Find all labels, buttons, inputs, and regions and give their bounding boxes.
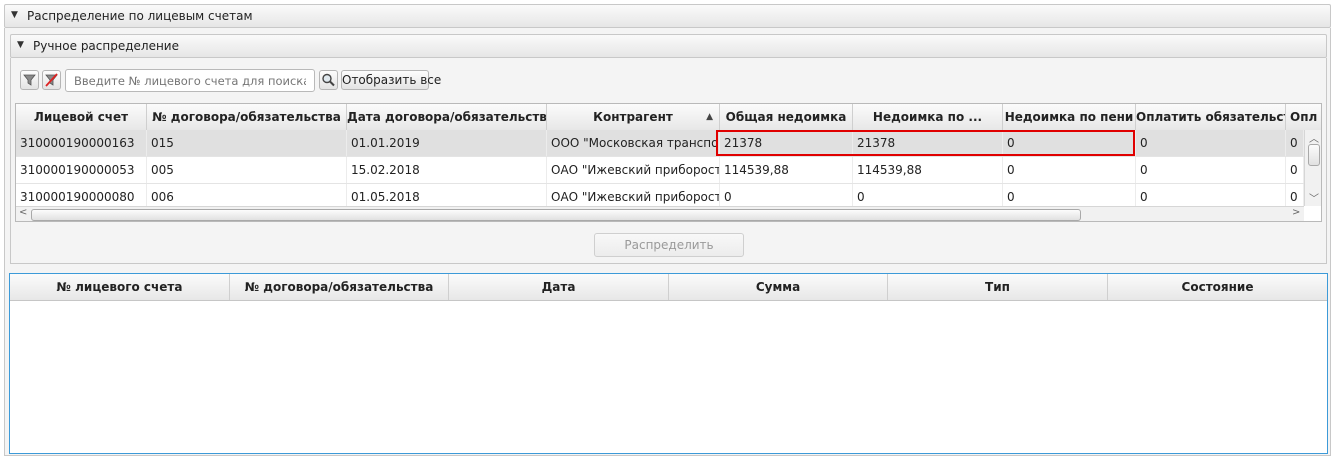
cell-contract-date: 15.02.2018 [347, 157, 547, 183]
cell-arrears-by: 114539,88 [853, 157, 1003, 183]
column-header-account-number[interactable]: № лицевого счета [10, 274, 230, 300]
accounts-table-header: Лицевой счет № договора/обязательства Да… [16, 104, 1321, 131]
column-header-total-arrears[interactable]: Общая недоимка [720, 104, 853, 130]
show-all-button[interactable]: Отобразить все [341, 70, 441, 90]
distribute-button[interactable]: Распределить [594, 233, 744, 257]
scroll-down-icon[interactable]: ﹀ [1309, 190, 1319, 205]
cell-pay-truncated: 0 [1286, 130, 1304, 156]
search-button[interactable] [319, 70, 338, 90]
column-header-contract-number[interactable]: № договора/обязательства [147, 104, 347, 130]
scroll-right-icon[interactable]: > [1292, 207, 1300, 218]
scroll-left-icon[interactable]: < [19, 207, 27, 218]
result-table-header: № лицевого счета № договора/обязательств… [10, 274, 1327, 301]
horizontal-scroll-thumb[interactable] [31, 209, 1081, 221]
filter-button[interactable] [20, 70, 39, 90]
inner-panel-header[interactable]: ▼ Ручное распределение [10, 34, 1327, 58]
cell-counterparty: ООО "Московская транспор... [547, 130, 720, 156]
column-header-account[interactable]: Лицевой счет [16, 104, 147, 130]
funnel-icon [23, 74, 36, 86]
outer-panel-header[interactable]: ▼ Распределение по лицевым счетам [4, 4, 1331, 28]
clear-filter-button[interactable] [42, 70, 61, 90]
cell-pay-obligations: 0 [1136, 157, 1286, 183]
cell-pay-obligations: 0 [1136, 130, 1286, 156]
vertical-scrollbar[interactable]: ︿ ﹀ [1304, 130, 1321, 206]
collapse-arrow-icon[interactable]: ▼ [17, 40, 24, 50]
outer-panel-title: Распределение по лицевым счетам [27, 9, 253, 23]
column-header-penalty-arrears[interactable]: Недоимка по пени [1003, 104, 1136, 130]
column-header-type[interactable]: Тип [888, 274, 1108, 300]
sort-ascending-icon: ▲ [706, 112, 713, 122]
inner-panel-title: Ручное распределение [33, 39, 179, 53]
column-header-amount[interactable]: Сумма [669, 274, 888, 300]
horizontal-scrollbar[interactable]: < > [16, 206, 1304, 221]
cell-counterparty: ОАО "Ижевский приборост... [547, 157, 720, 183]
column-header-date[interactable]: Дата [449, 274, 669, 300]
vertical-scroll-thumb[interactable] [1308, 144, 1320, 166]
cell-contract-date: 01.01.2019 [347, 130, 547, 156]
column-header-contract-date[interactable]: Дата договора/обязательства [347, 104, 547, 130]
column-header-contract-number[interactable]: № договора/обязательства [230, 274, 449, 300]
column-header-state[interactable]: Состояние [1108, 274, 1327, 300]
search-input[interactable] [65, 69, 315, 92]
column-header-pay-truncated[interactable]: Опл [1286, 104, 1321, 130]
magnifier-icon [322, 73, 335, 87]
column-header-arrears-by[interactable]: Недоимка по ... [853, 104, 1003, 130]
table-row[interactable]: 310000190000053 005 15.02.2018 ОАО "Ижев… [16, 157, 1304, 184]
result-table: № лицевого счета № договора/обязательств… [9, 273, 1328, 454]
collapse-arrow-icon[interactable]: ▼ [11, 10, 18, 20]
cell-contract-number: 015 [147, 130, 347, 156]
cell-contract-number: 005 [147, 157, 347, 183]
funnel-clear-icon [45, 73, 58, 87]
cell-penalty-arrears: 0 [1003, 157, 1136, 183]
column-header-counterparty-label: Контрагент [593, 110, 673, 124]
cell-total-arrears: 114539,88 [720, 157, 853, 183]
highlight-box [716, 130, 1135, 156]
accounts-table: Лицевой счет № договора/обязательства Да… [15, 103, 1322, 222]
scroll-up-icon[interactable]: ︿ [1309, 130, 1319, 145]
column-header-counterparty[interactable]: Контрагент ▲ [547, 104, 720, 130]
cell-account: 310000190000163 [16, 130, 147, 156]
cell-pay-truncated: 0 [1286, 157, 1304, 183]
column-header-pay-obligations[interactable]: Оплатить обязательств [1136, 104, 1286, 130]
cell-account: 310000190000053 [16, 157, 147, 183]
